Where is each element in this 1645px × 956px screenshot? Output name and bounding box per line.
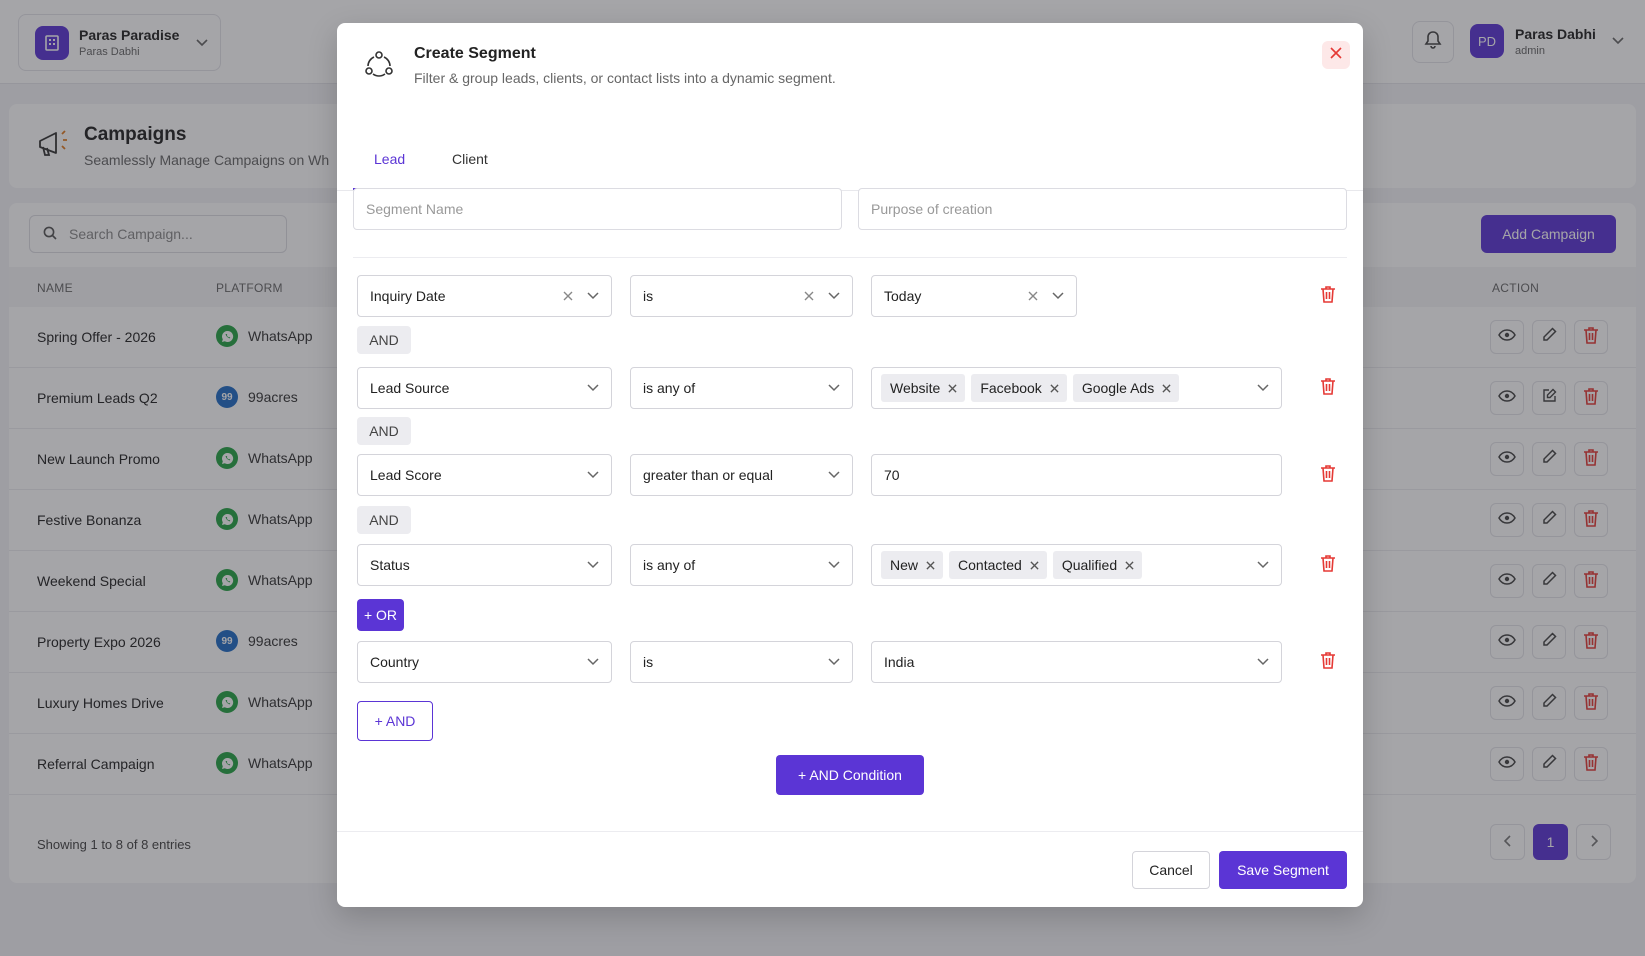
value-chip: Google Ads xyxy=(1072,374,1180,402)
add-and-condition-button[interactable]: + AND Condition xyxy=(776,755,924,795)
chip-label: Qualified xyxy=(1061,557,1118,573)
value-chip: Contacted xyxy=(949,551,1047,579)
condition-operator-value: is any of xyxy=(643,557,696,573)
chevron-down-icon xyxy=(828,561,840,569)
chip-label: Google Ads xyxy=(1081,380,1155,396)
tab-lead[interactable]: Lead xyxy=(374,151,405,167)
chip-label: Website xyxy=(890,380,941,396)
footer-divider xyxy=(337,831,1363,832)
modal-title: Create Segment xyxy=(414,45,536,62)
clear-icon[interactable] xyxy=(563,291,573,301)
remove-chip-icon[interactable] xyxy=(948,383,957,393)
chevron-down-icon xyxy=(1052,292,1064,300)
condition-value: 70 xyxy=(884,467,900,483)
condition-value-select[interactable]: Today xyxy=(871,275,1077,317)
purpose-placeholder: Purpose of creation xyxy=(871,201,993,217)
condition-value-multiselect[interactable]: Website Facebook Google Ads xyxy=(871,367,1282,409)
condition-operator-select[interactable]: is any of xyxy=(630,367,853,409)
chevron-down-icon xyxy=(587,471,599,479)
trash-icon xyxy=(1320,651,1336,674)
condition-field-select[interactable]: Country xyxy=(357,641,612,683)
condition-operator-select[interactable]: greater than or equal xyxy=(630,454,853,496)
segment-name-input[interactable]: Segment Name xyxy=(353,188,842,230)
and-connector: AND xyxy=(357,506,411,534)
condition-value-input[interactable]: 70 xyxy=(871,454,1282,496)
condition-value: Today xyxy=(884,288,922,304)
condition-value: India xyxy=(884,654,915,670)
remove-chip-icon[interactable] xyxy=(1162,383,1171,393)
condition-field-value: Lead Source xyxy=(370,380,450,396)
and-connector: AND xyxy=(357,326,411,354)
segment-tabs: Lead Client xyxy=(337,111,1363,191)
tab-client[interactable]: Client xyxy=(452,151,488,167)
condition-operator-value: is xyxy=(643,654,654,670)
chevron-down-icon xyxy=(587,384,599,392)
condition-operator-select[interactable]: is xyxy=(630,641,853,683)
add-and-button[interactable]: + AND xyxy=(357,701,433,741)
divider xyxy=(353,257,1347,258)
clear-icon[interactable] xyxy=(804,291,814,301)
trash-icon xyxy=(1320,377,1336,400)
chevron-down-icon xyxy=(828,384,840,392)
condition-operator-select[interactable]: is any of xyxy=(630,544,853,586)
value-chip: Qualified xyxy=(1052,551,1143,579)
chevron-down-icon xyxy=(587,658,599,666)
cancel-button[interactable]: Cancel xyxy=(1132,851,1210,889)
and-connector: AND xyxy=(357,417,411,445)
purpose-input[interactable]: Purpose of creation xyxy=(858,188,1347,230)
condition-operator-select[interactable]: is xyxy=(630,275,853,317)
condition-field-select[interactable]: Lead Score xyxy=(357,454,612,496)
remove-chip-icon[interactable] xyxy=(926,560,935,570)
delete-condition-button[interactable] xyxy=(1317,464,1339,486)
chevron-down-icon xyxy=(1257,561,1269,569)
condition-field-value: Country xyxy=(370,654,420,670)
chevron-down-icon xyxy=(587,292,599,300)
remove-chip-icon[interactable] xyxy=(1125,560,1134,570)
trash-icon xyxy=(1320,464,1336,487)
chevron-down-icon xyxy=(828,658,840,666)
close-icon xyxy=(1330,46,1342,64)
modal-subtitle: Filter & group leads, clients, or contac… xyxy=(414,70,836,86)
condition-field-select[interactable]: Inquiry Date xyxy=(357,275,612,317)
close-button[interactable] xyxy=(1322,41,1350,69)
delete-condition-button[interactable] xyxy=(1317,651,1339,673)
delete-condition-button[interactable] xyxy=(1317,554,1339,576)
chevron-down-icon xyxy=(1257,658,1269,666)
condition-field-select[interactable]: Status xyxy=(357,544,612,586)
trash-icon xyxy=(1320,285,1336,308)
condition-operator-value: is xyxy=(643,288,654,304)
chevron-down-icon xyxy=(587,561,599,569)
condition-field-value: Status xyxy=(370,557,410,573)
condition-operator-value: greater than or equal xyxy=(643,467,773,483)
save-segment-button[interactable]: Save Segment xyxy=(1219,851,1347,889)
condition-value-multiselect[interactable]: New Contacted Qualified xyxy=(871,544,1282,586)
remove-chip-icon[interactable] xyxy=(1050,383,1059,393)
chip-label: Facebook xyxy=(980,380,1042,396)
condition-operator-value: is any of xyxy=(643,380,696,396)
value-chip: Facebook xyxy=(971,374,1067,402)
segment-name-placeholder: Segment Name xyxy=(366,201,464,217)
condition-field-value: Lead Score xyxy=(370,467,442,483)
chip-label: New xyxy=(890,557,919,573)
condition-field-value: Inquiry Date xyxy=(370,288,446,304)
remove-chip-icon[interactable] xyxy=(1030,560,1039,570)
condition-field-select[interactable]: Lead Source xyxy=(357,367,612,409)
chevron-down-icon xyxy=(828,292,840,300)
clear-icon[interactable] xyxy=(1028,291,1038,301)
delete-condition-button[interactable] xyxy=(1317,377,1339,399)
value-chip: New xyxy=(881,551,944,579)
add-or-button[interactable]: + OR xyxy=(357,599,404,631)
value-chip: Website xyxy=(881,374,966,402)
delete-condition-button[interactable] xyxy=(1317,285,1339,307)
segment-icon xyxy=(365,51,393,82)
trash-icon xyxy=(1320,554,1336,577)
chevron-down-icon xyxy=(828,471,840,479)
condition-value-select[interactable]: India xyxy=(871,641,1282,683)
chevron-down-icon xyxy=(1257,384,1269,392)
chip-label: Contacted xyxy=(958,557,1022,573)
create-segment-modal: Create Segment Filter & group leads, cli… xyxy=(337,23,1363,907)
